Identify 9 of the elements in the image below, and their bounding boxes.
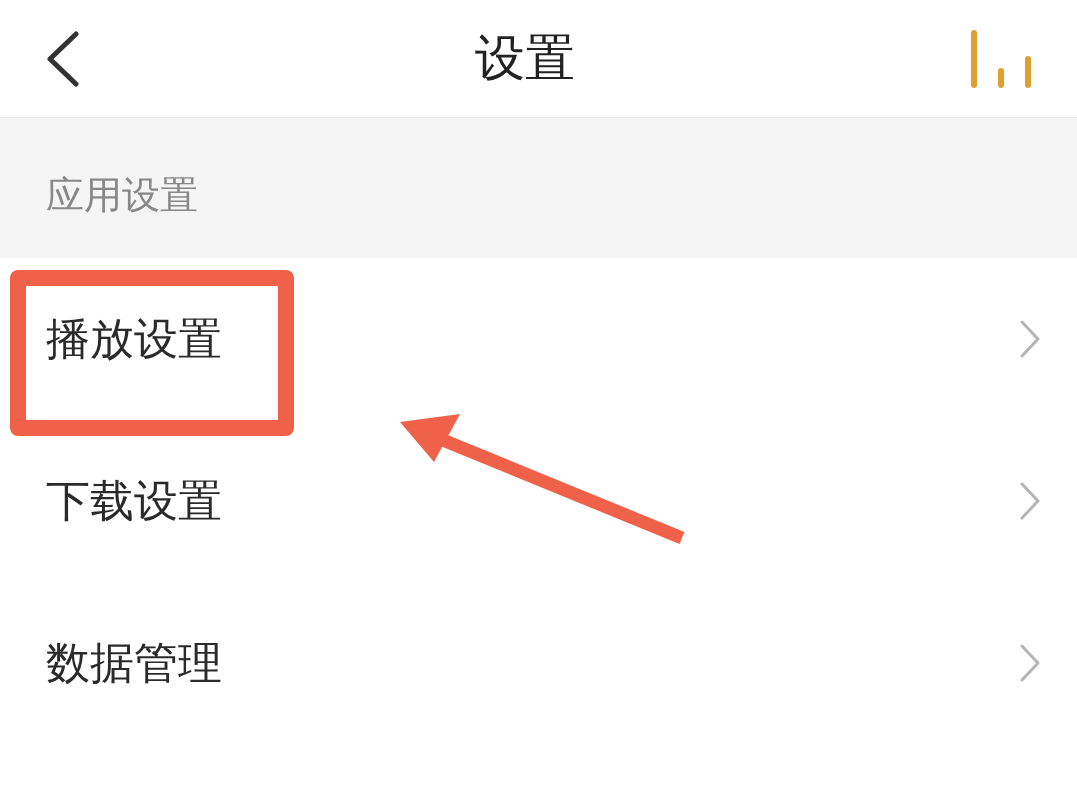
settings-item[interactable]: 下载设置 [0,420,1077,582]
chevron-right-icon [1019,643,1041,683]
back-icon[interactable] [44,30,80,87]
chevron-right-icon [1019,319,1041,359]
page-title: 设置 [474,29,575,88]
settings-item[interactable]: 数据管理 [0,582,1077,744]
chevron-right-icon [1019,481,1041,521]
section-header: 应用设置 [46,172,198,218]
settings-item[interactable]: 播放设置 [0,258,1077,420]
